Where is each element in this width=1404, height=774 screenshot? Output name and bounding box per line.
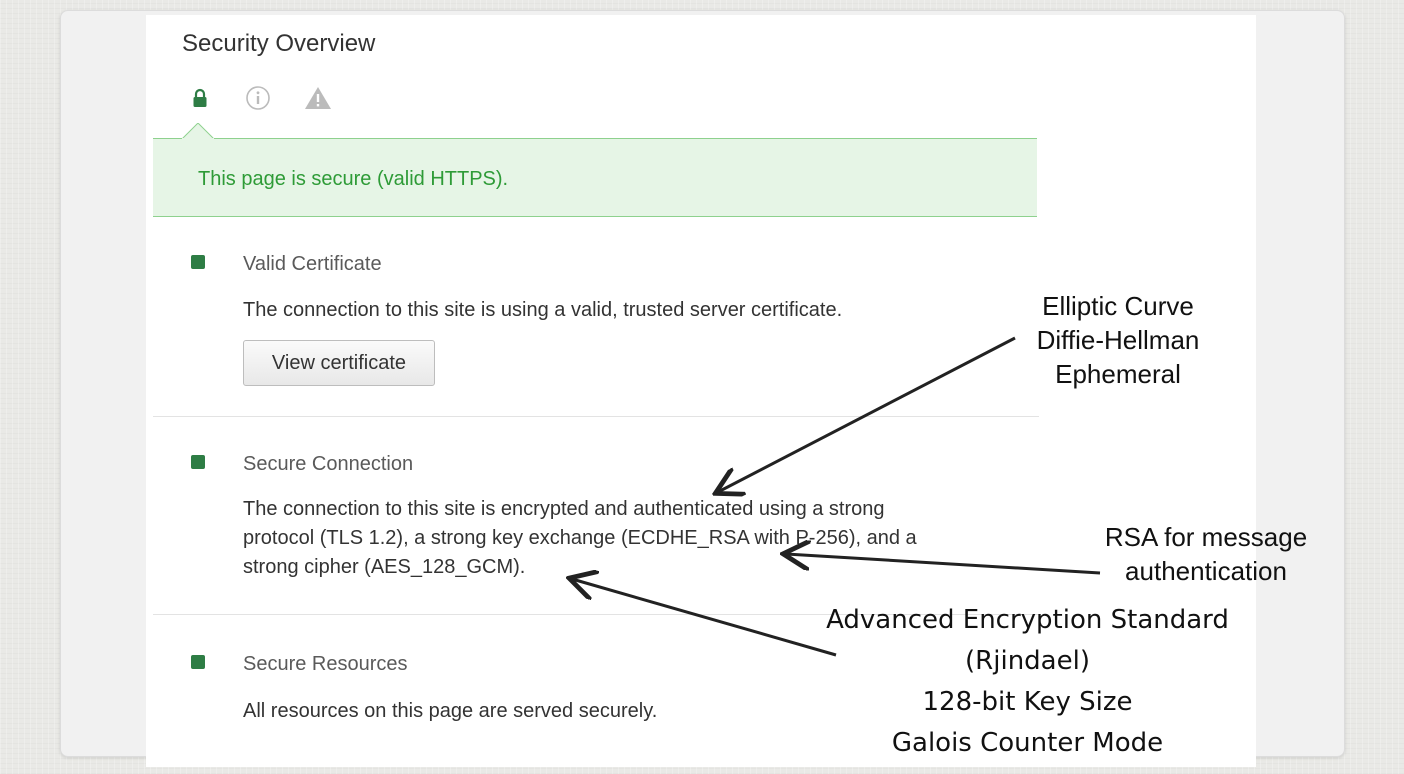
annotation-line: Diffie-Hellman — [1036, 325, 1200, 355]
annotation-line: Ephemeral — [1055, 359, 1181, 389]
status-bullet — [191, 255, 205, 269]
section-title: Secure Connection — [243, 453, 414, 475]
status-bullet — [191, 655, 205, 669]
divider — [153, 416, 1039, 417]
description-line: The connection to this site is encrypted… — [243, 498, 885, 520]
section-description: The connection to this site is using a v… — [243, 299, 843, 321]
page-title: Security Overview — [182, 30, 376, 57]
section-title: Secure Resources — [243, 653, 408, 675]
warning-icon — [305, 87, 331, 109]
section-description: The connection to this site is encrypted… — [243, 495, 917, 582]
tab-warning[interactable] — [304, 84, 332, 112]
secure-banner: This page is secure (valid HTTPS). — [153, 138, 1037, 217]
annotation-line: (Rjindael) — [965, 646, 1090, 676]
section-title: Valid Certificate — [243, 253, 382, 275]
description-line: protocol (TLS 1.2), a strong key exchang… — [243, 527, 917, 549]
annotation-line: Advanced Encryption Standard — [826, 605, 1229, 635]
banner-text: This page is secure (valid HTTPS). — [198, 168, 509, 190]
annotation-line: authentication — [1125, 556, 1287, 586]
annotation-line: 128-bit Key Size — [922, 687, 1133, 717]
description-line: strong cipher (AES_128_GCM). — [243, 556, 526, 578]
annotation-line: RSA for message — [1104, 522, 1308, 552]
info-icon — [246, 86, 270, 110]
tab-info[interactable] — [244, 84, 272, 112]
lock-icon — [193, 88, 207, 107]
section-description: All resources on this page are served se… — [243, 700, 658, 722]
tab-indicator-caret — [182, 123, 214, 139]
annotation-line: Galois Counter Mode — [891, 728, 1164, 758]
annotation-line: Elliptic Curve — [1042, 291, 1194, 321]
status-bullet — [191, 455, 205, 469]
ecdhe-annotation: Elliptic Curve Diffie-Hellman Ephemeral — [1000, 289, 1236, 391]
rsa-annotation: RSA for message authentication — [1085, 520, 1327, 588]
aes-annotation: Advanced Encryption Standard (Rjindael) … — [800, 600, 1255, 764]
view-certificate-button[interactable]: View certificate — [243, 340, 435, 386]
tab-lock[interactable] — [186, 84, 214, 112]
